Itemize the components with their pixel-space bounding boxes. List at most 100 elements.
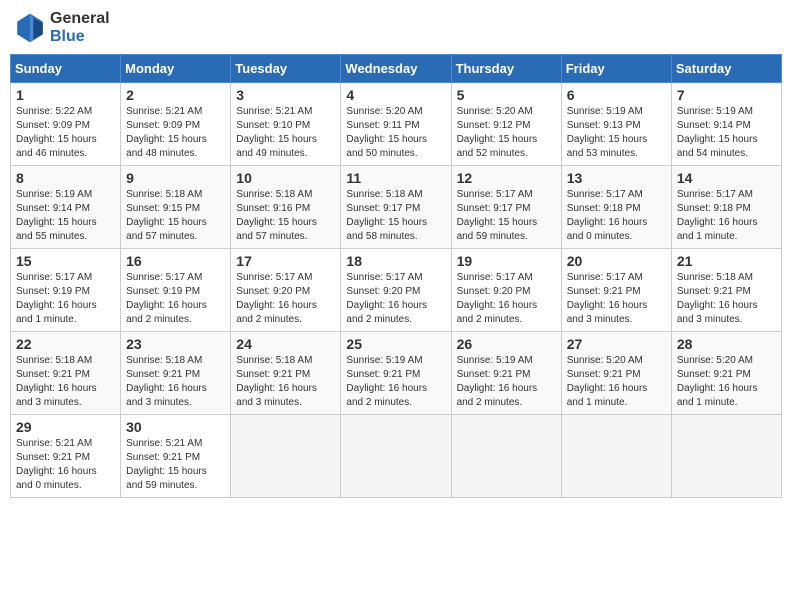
day-cell: 1 Sunrise: 5:22 AM Sunset: 9:09 PM Daylig…: [11, 83, 121, 166]
day-cell: 21Sunrise: 5:18 AM Sunset: 9:21 PM Dayli…: [671, 249, 781, 332]
day-cell: 30 Sunrise: 5:21 AM Sunset: 9:21 PM Dayli…: [121, 415, 231, 498]
day-cell: 29 Sunrise: 5:21 AM Sunset: 9:21 PM Dayli…: [11, 415, 121, 498]
header-sunday: Sunday: [11, 55, 121, 83]
day-cell: 15 Sunrise: 5:17 AM Sunset: 9:19 PM Dayli…: [11, 249, 121, 332]
day-cell: 10 Sunrise: 5:18 AM Sunset: 9:16 PM Dayli…: [231, 166, 341, 249]
day-number: 5: [457, 87, 556, 103]
day-info: Sunrise: 5:17 AM Sunset: 9:20 PM Dayligh…: [346, 271, 445, 327]
day-number: 21: [677, 253, 776, 269]
day-info: Sunrise: 5:19 AM Sunset: 9:13 PM Dayligh…: [567, 105, 666, 161]
day-number: 6: [567, 87, 666, 103]
day-number: 1: [16, 87, 115, 103]
day-number: 25: [346, 336, 445, 352]
empty-cell: [671, 415, 781, 498]
header-wednesday: Wednesday: [341, 55, 451, 83]
day-cell: 3 Sunrise: 5:21 AM Sunset: 9:10 PM Daylig…: [231, 83, 341, 166]
day-cell: 25 Sunrise: 5:19 AM Sunset: 9:21 PM Dayli…: [341, 332, 451, 415]
day-number: 29: [16, 419, 115, 435]
day-cell: 9 Sunrise: 5:18 AM Sunset: 9:15 PM Daylig…: [121, 166, 231, 249]
day-cell: 27 Sunrise: 5:20 AM Sunset: 9:21 PM Dayli…: [561, 332, 671, 415]
header-tuesday: Tuesday: [231, 55, 341, 83]
day-cell: 2Sunrise: 5:21 AM Sunset: 9:09 PM Daylig…: [121, 83, 231, 166]
day-number: 16: [126, 253, 225, 269]
day-number: 23: [126, 336, 225, 352]
day-info: Sunrise: 5:19 AM Sunset: 9:14 PM Dayligh…: [677, 105, 776, 161]
calendar-row: 29 Sunrise: 5:21 AM Sunset: 9:21 PM Dayli…: [11, 415, 782, 498]
day-info: Sunrise: 5:20 AM Sunset: 9:12 PM Dayligh…: [457, 105, 556, 161]
day-info: Sunrise: 5:21 AM Sunset: 9:21 PM Dayligh…: [126, 437, 225, 493]
day-number: 27: [567, 336, 666, 352]
calendar-row: 1 Sunrise: 5:22 AM Sunset: 9:09 PM Daylig…: [11, 83, 782, 166]
day-number: 22: [16, 336, 115, 352]
day-info: Sunrise: 5:19 AM Sunset: 9:21 PM Dayligh…: [346, 354, 445, 410]
day-number: 11: [346, 170, 445, 186]
day-info: Sunrise: 5:22 AM Sunset: 9:09 PM Dayligh…: [16, 105, 115, 161]
day-info: Sunrise: 5:17 AM Sunset: 9:17 PM Dayligh…: [457, 188, 556, 244]
day-cell: 18 Sunrise: 5:17 AM Sunset: 9:20 PM Dayli…: [341, 249, 451, 332]
header-monday: Monday: [121, 55, 231, 83]
day-info: Sunrise: 5:17 AM Sunset: 9:19 PM Dayligh…: [126, 271, 225, 327]
header-saturday: Saturday: [671, 55, 781, 83]
day-info: Sunrise: 5:20 AM Sunset: 9:21 PM Dayligh…: [677, 354, 776, 410]
logo-text: General Blue: [50, 10, 110, 46]
empty-cell: [561, 415, 671, 498]
day-number: 20: [567, 253, 666, 269]
empty-cell: [231, 415, 341, 498]
day-number: 3: [236, 87, 335, 103]
day-number: 10: [236, 170, 335, 186]
day-number: 24: [236, 336, 335, 352]
header-thursday: Thursday: [451, 55, 561, 83]
day-cell: 6 Sunrise: 5:19 AM Sunset: 9:13 PM Daylig…: [561, 83, 671, 166]
day-cell: 22 Sunrise: 5:18 AM Sunset: 9:21 PM Dayli…: [11, 332, 121, 415]
day-info: Sunrise: 5:20 AM Sunset: 9:11 PM Dayligh…: [346, 105, 445, 161]
day-info: Sunrise: 5:17 AM Sunset: 9:19 PM Dayligh…: [16, 271, 115, 327]
day-cell: 4 Sunrise: 5:20 AM Sunset: 9:11 PM Daylig…: [341, 83, 451, 166]
calendar-table: Sunday Monday Tuesday Wednesday Thursday…: [10, 54, 782, 498]
day-info: Sunrise: 5:21 AM Sunset: 9:10 PM Dayligh…: [236, 105, 335, 161]
weekday-header-row: Sunday Monday Tuesday Wednesday Thursday…: [11, 55, 782, 83]
day-cell: 7 Sunrise: 5:19 AM Sunset: 9:14 PM Daylig…: [671, 83, 781, 166]
day-info: Sunrise: 5:18 AM Sunset: 9:21 PM Dayligh…: [126, 354, 225, 410]
day-info: Sunrise: 5:18 AM Sunset: 9:16 PM Dayligh…: [236, 188, 335, 244]
day-cell: 26Sunrise: 5:19 AM Sunset: 9:21 PM Dayli…: [451, 332, 561, 415]
day-number: 30: [126, 419, 225, 435]
day-info: Sunrise: 5:18 AM Sunset: 9:21 PM Dayligh…: [236, 354, 335, 410]
day-number: 7: [677, 87, 776, 103]
empty-cell: [341, 415, 451, 498]
day-number: 18: [346, 253, 445, 269]
day-info: Sunrise: 5:19 AM Sunset: 9:14 PM Dayligh…: [16, 188, 115, 244]
day-info: Sunrise: 5:18 AM Sunset: 9:15 PM Dayligh…: [126, 188, 225, 244]
day-cell: 23 Sunrise: 5:18 AM Sunset: 9:21 PM Dayli…: [121, 332, 231, 415]
day-number: 8: [16, 170, 115, 186]
day-cell: 14 Sunrise: 5:17 AM Sunset: 9:18 PM Dayli…: [671, 166, 781, 249]
day-number: 4: [346, 87, 445, 103]
empty-cell: [451, 415, 561, 498]
header-friday: Friday: [561, 55, 671, 83]
day-cell: 5 Sunrise: 5:20 AM Sunset: 9:12 PM Daylig…: [451, 83, 561, 166]
day-info: Sunrise: 5:21 AM Sunset: 9:09 PM Dayligh…: [126, 105, 225, 161]
day-cell: 24 Sunrise: 5:18 AM Sunset: 9:21 PM Dayli…: [231, 332, 341, 415]
day-cell: 20Sunrise: 5:17 AM Sunset: 9:21 PM Dayli…: [561, 249, 671, 332]
day-number: 15: [16, 253, 115, 269]
day-number: 26: [457, 336, 556, 352]
day-cell: 11Sunrise: 5:18 AM Sunset: 9:17 PM Dayli…: [341, 166, 451, 249]
page-header: General Blue: [10, 10, 782, 46]
day-number: 14: [677, 170, 776, 186]
day-info: Sunrise: 5:20 AM Sunset: 9:21 PM Dayligh…: [567, 354, 666, 410]
day-cell: 28 Sunrise: 5:20 AM Sunset: 9:21 PM Dayli…: [671, 332, 781, 415]
day-info: Sunrise: 5:17 AM Sunset: 9:20 PM Dayligh…: [236, 271, 335, 327]
day-number: 9: [126, 170, 225, 186]
day-info: Sunrise: 5:17 AM Sunset: 9:18 PM Dayligh…: [677, 188, 776, 244]
day-number: 19: [457, 253, 556, 269]
day-cell: 12Sunrise: 5:17 AM Sunset: 9:17 PM Dayli…: [451, 166, 561, 249]
day-info: Sunrise: 5:21 AM Sunset: 9:21 PM Dayligh…: [16, 437, 115, 493]
day-info: Sunrise: 5:18 AM Sunset: 9:21 PM Dayligh…: [16, 354, 115, 410]
logo: General Blue: [14, 10, 110, 46]
calendar-row: 22 Sunrise: 5:18 AM Sunset: 9:21 PM Dayli…: [11, 332, 782, 415]
day-number: 13: [567, 170, 666, 186]
day-cell: 8 Sunrise: 5:19 AM Sunset: 9:14 PM Daylig…: [11, 166, 121, 249]
day-cell: 17 Sunrise: 5:17 AM Sunset: 9:20 PM Dayli…: [231, 249, 341, 332]
day-number: 17: [236, 253, 335, 269]
calendar-row: 15 Sunrise: 5:17 AM Sunset: 9:19 PM Dayli…: [11, 249, 782, 332]
day-number: 28: [677, 336, 776, 352]
